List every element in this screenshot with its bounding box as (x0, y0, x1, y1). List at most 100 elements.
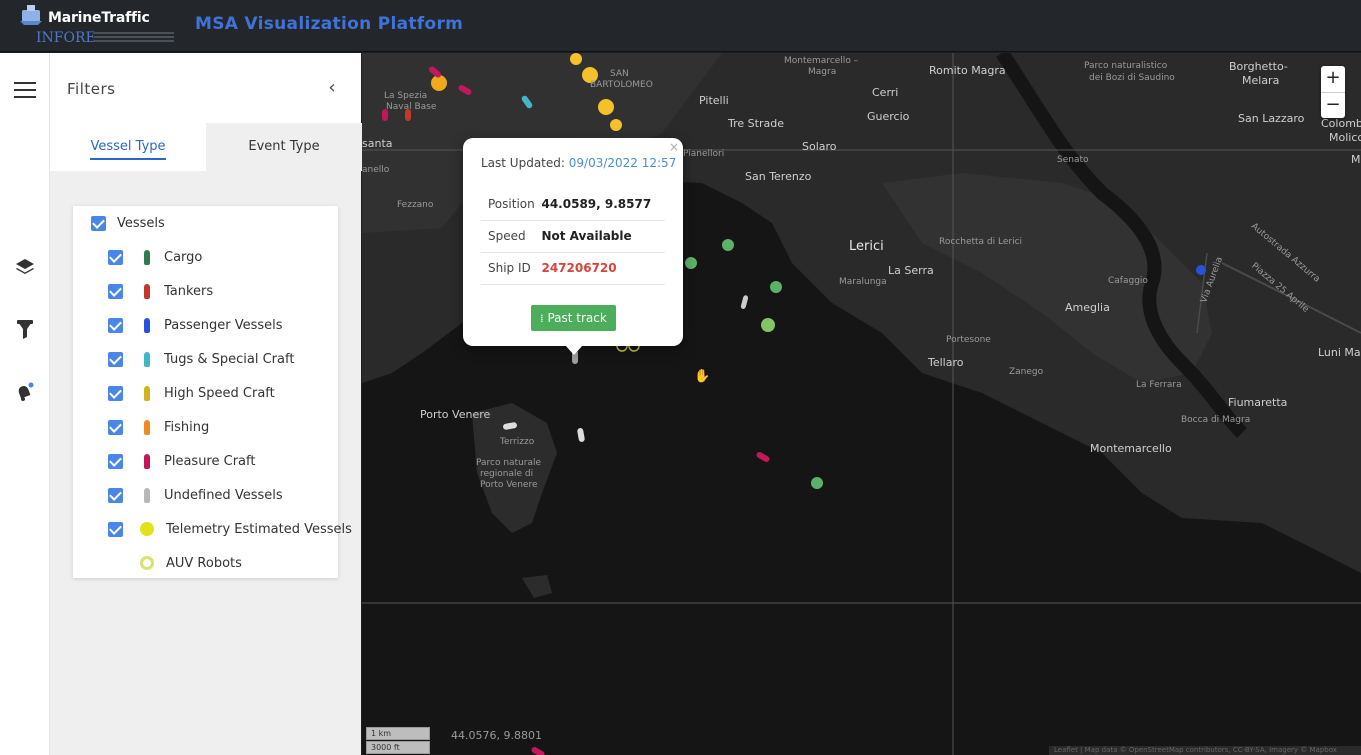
map-place-label: Porto Venere (480, 480, 538, 490)
past-track-label: Past track (547, 311, 607, 325)
map-attribution[interactable]: Leaflet | Map data © OpenStreetMap contr… (1049, 746, 1361, 755)
last-updated-label: Last Updated: (481, 156, 565, 170)
vessel-type-checkbox[interactable] (108, 283, 123, 299)
map-place-label: Cerri (872, 86, 899, 99)
vessel-type-row[interactable]: Passenger Vessels (108, 314, 283, 336)
infore-logo-text: INFORE (36, 30, 96, 46)
vessel-type-checkbox[interactable] (108, 487, 123, 503)
vessel-marker (598, 99, 614, 115)
vessel-type-label: Undefined Vessels (164, 487, 283, 503)
vessel-type-row[interactable]: Cargo (108, 246, 202, 268)
marinetraffic-logo[interactable]: MarineTraffic INFORE (14, 2, 174, 48)
vessel-type-row[interactable]: Undefined Vessels (108, 484, 283, 506)
map-place-label: San Terenzo (745, 170, 812, 183)
vessel-type-checkbox[interactable] (108, 351, 123, 367)
map-view[interactable]: Montemarcello – Magra Romito Magra Parco na… (362, 53, 1361, 755)
menu-icon[interactable] (12, 77, 38, 103)
vessels-checkbox[interactable] (91, 215, 106, 231)
tab-event-type[interactable]: Event Type (206, 123, 362, 171)
map-place-label: Tre Strade (728, 117, 784, 130)
map-place-label: Colomb (1321, 117, 1361, 130)
vessel-type-row[interactable]: AUV Robots (108, 552, 242, 574)
vessel-type-checkbox[interactable] (108, 249, 123, 265)
vessel-info-table: Position 44.0589, 9.8577 Speed Not Avail… (481, 188, 665, 285)
vessel-type-checkbox[interactable] (108, 419, 123, 435)
zoom-in-button[interactable]: + (1321, 66, 1345, 92)
map-place-label: Rocchetta di Lerici (939, 237, 1023, 247)
vessel-type-list: Vessels Cargo Tankers Passenger Vessels Tug… (73, 206, 352, 578)
brand-name: MarineTraffic (48, 10, 150, 26)
map-place-label: Naval Base (386, 102, 437, 112)
vessel-type-color-icon (144, 453, 150, 469)
cursor-coordinates: 44.0576, 9.8801 (451, 729, 542, 742)
map-place-label: La Spezia (384, 91, 428, 101)
map-place-label: Pianellori (683, 149, 725, 159)
vessel-type-label: Fishing (164, 419, 210, 435)
vessel-type-color-icon (144, 249, 150, 265)
map-place-label: regionale di (480, 469, 534, 479)
vessel-type-color-icon (140, 522, 154, 536)
zoom-control: + − (1321, 66, 1345, 118)
tab-vessel-type[interactable]: Vessel Type (50, 123, 206, 171)
vessel-type-color-icon (144, 317, 150, 333)
vessel-type-row[interactable]: High Speed Craft (108, 382, 275, 404)
filter-tabs: Vessel Type Event Type (50, 123, 362, 171)
vessel-type-row[interactable]: Telemetry Estimated Vessels (108, 518, 352, 540)
map-place-label: Bocca di Magra (1181, 415, 1251, 425)
map-place-label: Montemarcello – (784, 56, 859, 66)
popup-close-icon[interactable]: × (669, 140, 679, 154)
map-place-label: Porto Venere (420, 408, 491, 421)
map-scale: 1 km 3000 ft (366, 727, 430, 755)
vessel-marker (722, 239, 734, 251)
map-place-label: Senato (1057, 155, 1089, 165)
vessel-type-label: Telemetry Estimated Vessels (166, 521, 352, 537)
app-header: MarineTraffic INFORE MSA Visualization P… (0, 0, 1361, 52)
map-place-label: Parco naturale (476, 458, 542, 468)
last-updated-value: 09/03/2022 12:57 (568, 156, 677, 170)
vessel-type-row[interactable]: Pleasure Craft (108, 450, 255, 472)
table-row: Position 44.0589, 9.8577 (481, 188, 665, 221)
vessel-popup: × Last Updated: 09/03/2022 12:57 Positio… (463, 138, 683, 355)
map-place-label: santa (362, 137, 393, 150)
ship-logo-icon (20, 5, 42, 25)
position-label: Position (481, 188, 542, 221)
vessel-type-color-icon (144, 351, 150, 367)
map-place-label: Fiumaretta (1228, 396, 1288, 409)
collapse-panel-icon[interactable]: ‹ (322, 78, 342, 98)
side-rail (0, 53, 50, 755)
vessel-type-label: Pleasure Craft (164, 453, 256, 469)
vessels-group-row[interactable]: Vessels (91, 212, 165, 234)
past-track-button[interactable]: ⁞ Past track (531, 305, 616, 331)
tab-vessel-type-label: Vessel Type (90, 139, 166, 160)
table-row: Speed Not Available (481, 220, 665, 253)
vessel-type-label: Passenger Vessels (164, 317, 283, 333)
layers-icon[interactable] (12, 254, 38, 280)
vessel-type-row[interactable]: Tugs & Special Craft (108, 348, 294, 370)
filters-panel: Filters ‹ Vessel Type Event Type Vessels… (50, 53, 362, 755)
vessel-type-label: High Speed Craft (164, 385, 275, 401)
vessel-marker (610, 119, 622, 131)
vessel-type-color-icon (144, 283, 150, 299)
map-place-label: Molicc (1329, 131, 1361, 144)
ship-id-value: 247206720 (541, 252, 665, 285)
scale-ft: 3000 ft (366, 741, 430, 754)
vessel-type-checkbox[interactable] (108, 385, 123, 401)
map-place-label: Pitelli (699, 94, 729, 107)
vessel-type-checkbox[interactable] (108, 453, 123, 469)
filter-icon[interactable] (12, 317, 38, 343)
vessel-marker (577, 428, 585, 442)
vessel-type-checkbox[interactable] (108, 317, 123, 333)
vessel-marker (685, 257, 697, 269)
map-place-label: Magra (808, 67, 837, 77)
map-place-label: Mol (1351, 153, 1361, 166)
vessel-type-color-icon (144, 419, 150, 435)
vessel-type-checkbox[interactable] (108, 521, 123, 537)
map-place-label: Fezzano (397, 200, 434, 210)
vessel-marker (756, 452, 770, 462)
vessel-type-row[interactable]: Fishing (108, 416, 209, 438)
map-place-label: Cafaggio (1108, 276, 1148, 286)
zoom-out-button[interactable]: − (1321, 92, 1345, 118)
alerts-icon[interactable] (12, 379, 38, 405)
vessel-type-row[interactable]: Tankers (108, 280, 213, 302)
map-place-label: dei Bozi di Saudino (1089, 73, 1175, 83)
